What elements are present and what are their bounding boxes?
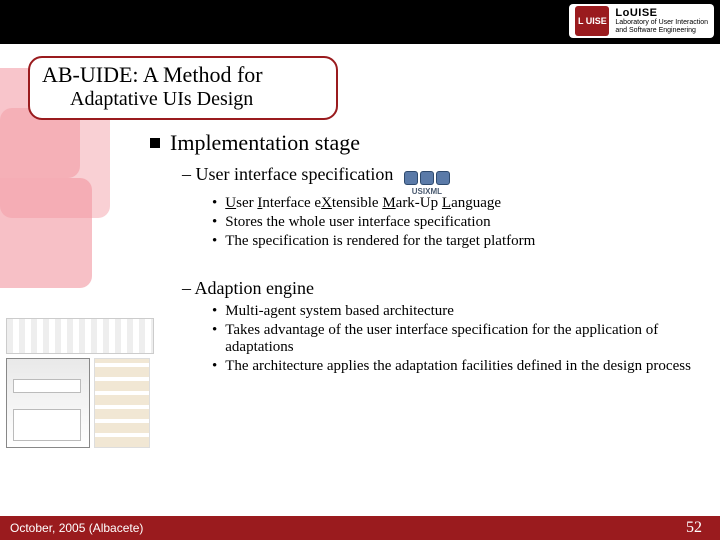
page-number: 52: [686, 519, 710, 537]
brand-tagline-2: and Software Engineering: [615, 27, 708, 35]
subsection-b-heading: – Adaption engine: [182, 278, 700, 299]
top-bar: L UISE LoUISE Laboratory of User Interac…: [0, 0, 720, 44]
brand-text: LoUISE Laboratory of User Interaction an…: [615, 7, 708, 34]
footer-left: October, 2005 (Albacete): [10, 521, 143, 535]
usixml-logo: USIXML: [404, 171, 450, 196]
brand-name: LoUISE: [615, 7, 708, 19]
title-line-1: AB-UIDE: A Method for: [42, 62, 324, 88]
bullet-item: Multi-agent system based architecture: [212, 303, 700, 320]
illustration-diagram-top: [6, 318, 154, 354]
bullet-item: Stores the whole user interface specific…: [212, 214, 700, 231]
illustration: [6, 318, 154, 448]
brand-logo: L UISE LoUISE Laboratory of User Interac…: [569, 4, 714, 38]
subsection-a-heading: – User interface specification USIXML: [182, 164, 700, 191]
slide-title: AB-UIDE: A Method for Adaptative UIs Des…: [28, 56, 338, 120]
subsection-b-bullets: Multi-agent system based architecture Ta…: [212, 303, 700, 375]
slide-footer: October, 2005 (Albacete) 52: [0, 516, 720, 540]
illustration-window: [6, 358, 90, 448]
subsection-a-text: – User interface specification: [182, 164, 393, 184]
brand-badge: L UISE: [575, 6, 609, 36]
brand-tagline-1: Laboratory of User Interaction: [615, 19, 708, 27]
subsection-a-bullets: User Interface eXtensible Mark-Up Langua…: [212, 195, 700, 250]
usixml-label: USIXML: [404, 187, 450, 196]
section-heading-text: Implementation stage: [170, 130, 360, 156]
illustration-side: [94, 358, 150, 448]
section-heading: Implementation stage: [150, 130, 700, 156]
bullet-icon: [150, 138, 160, 148]
title-line-2: Adaptative UIs Design: [70, 88, 324, 111]
bullet-item: The specification is rendered for the ta…: [212, 233, 700, 250]
slide-content: Implementation stage – User interface sp…: [150, 130, 700, 381]
bullet-item: The architecture applies the adaptation …: [212, 358, 700, 375]
bullet-item: User Interface eXtensible Mark-Up Langua…: [212, 195, 700, 212]
bullet-item: Takes advantage of the user interface sp…: [212, 322, 700, 356]
